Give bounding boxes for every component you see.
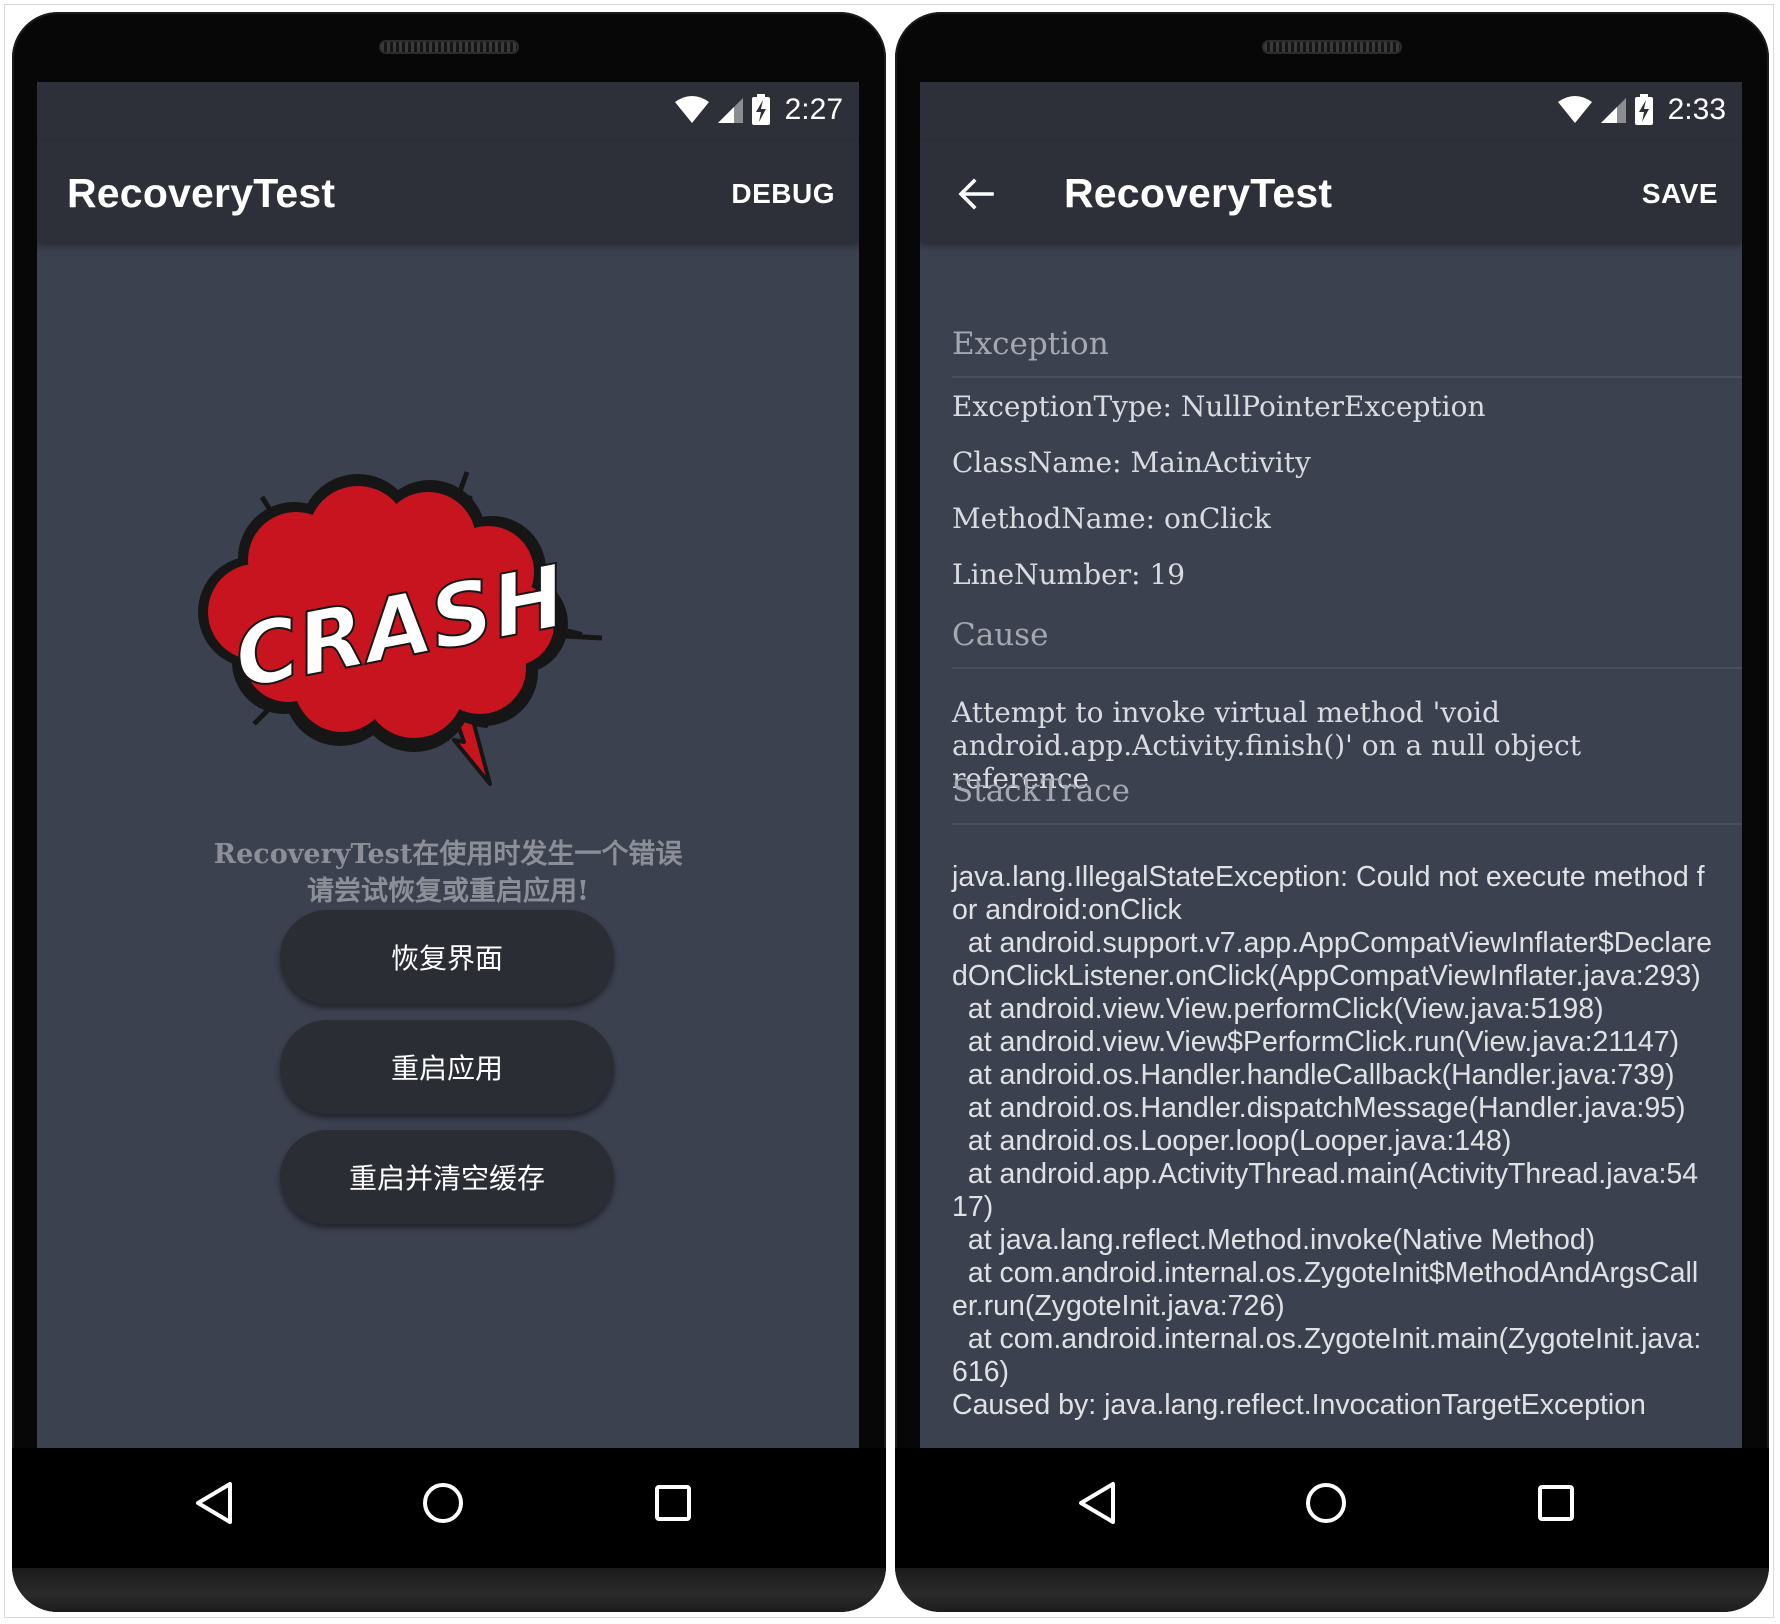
phone-left: 2:27 RecoveryTest DEBUG CRASH RecoveryTe… <box>12 12 886 1612</box>
restart-clear-cache-button[interactable]: 重启并清空缓存 <box>280 1130 614 1224</box>
back-triangle-icon[interactable] <box>190 1478 240 1528</box>
wifi-icon <box>674 96 709 123</box>
section-divider <box>952 823 1742 825</box>
status-time: 2:33 <box>1667 93 1726 126</box>
battery-charging-icon <box>751 94 770 125</box>
save-button[interactable]: SAVE <box>1642 178 1718 210</box>
arrow-back-icon[interactable] <box>956 174 996 214</box>
status-time: 2:27 <box>784 93 843 126</box>
cell-signal-icon <box>717 98 743 123</box>
crash-message-line2: 请尝试恢复或重启应用! <box>307 876 589 907</box>
app-title: RecoveryTest <box>67 170 336 216</box>
nav-bar <box>12 1448 886 1568</box>
screen-recovery: 2:27 RecoveryTest DEBUG CRASH RecoveryTe… <box>37 82 859 1448</box>
stacktrace-text: java.lang.IllegalStateException: Could n… <box>952 861 1712 1421</box>
crash-message: RecoveryTest在使用时发生一个错误 请尝试恢复或重启应用! <box>37 836 859 910</box>
phone-right: 2:33 RecoveryTest SAVE Exception Excepti… <box>895 12 1769 1612</box>
crash-message-line1: RecoveryTest在使用时发生一个错误 <box>213 839 683 870</box>
status-icons: 2:33 <box>1557 90 1726 130</box>
back-triangle-icon[interactable] <box>1073 1478 1123 1528</box>
exception-line-number: LineNumber: 19 <box>952 558 1186 591</box>
exception-method-name: MethodName: onClick <box>952 502 1271 535</box>
stacktrace-section-title: StackTrace <box>952 773 1131 809</box>
section-divider <box>952 667 1742 669</box>
exception-section-title: Exception <box>952 326 1109 362</box>
home-circle-icon[interactable] <box>1301 1478 1351 1528</box>
home-circle-icon[interactable] <box>418 1478 468 1528</box>
earpiece-speaker <box>1262 40 1402 54</box>
cause-section-title: Cause <box>952 617 1049 653</box>
app-title: RecoveryTest <box>1064 170 1333 216</box>
status-bar: 2:33 <box>920 82 1742 142</box>
phone-chin <box>12 1568 886 1612</box>
recents-square-icon[interactable] <box>1531 1478 1581 1528</box>
phone-chin <box>895 1568 1769 1612</box>
exception-type: ExceptionType: NullPointerException <box>952 390 1486 423</box>
exception-class-name: ClassName: MainActivity <box>952 446 1311 479</box>
earpiece-speaker <box>379 40 519 54</box>
section-divider <box>952 376 1742 378</box>
recents-square-icon[interactable] <box>648 1478 698 1528</box>
debug-button[interactable]: DEBUG <box>731 178 835 210</box>
status-icons: 2:27 <box>674 90 843 130</box>
cell-signal-icon <box>1600 98 1626 123</box>
status-bar: 2:27 <box>37 82 859 142</box>
recover-ui-button[interactable]: 恢复界面 <box>280 910 614 1004</box>
screen-debug-details: 2:33 RecoveryTest SAVE Exception Excepti… <box>920 82 1742 1448</box>
crash-logo: CRASH <box>198 471 603 786</box>
restart-app-button[interactable]: 重启应用 <box>280 1020 614 1114</box>
battery-charging-icon <box>1634 94 1653 125</box>
wifi-icon <box>1557 96 1592 123</box>
nav-bar <box>895 1448 1769 1568</box>
app-bar: RecoveryTest DEBUG <box>37 142 859 242</box>
app-bar: RecoveryTest SAVE <box>920 142 1742 242</box>
